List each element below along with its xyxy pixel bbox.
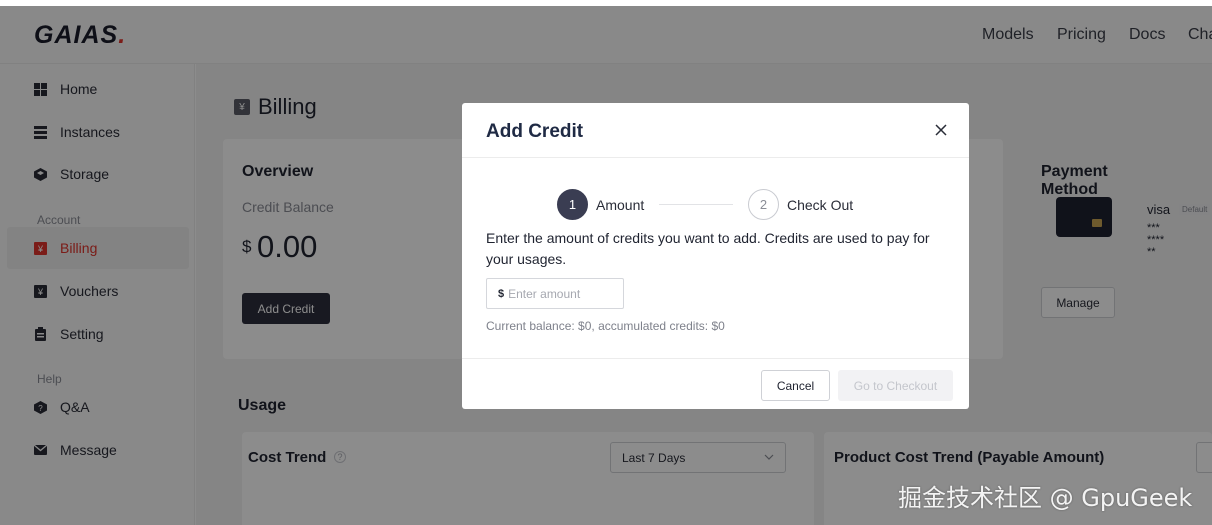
go-to-checkout-button[interactable]: Go to Checkout	[838, 370, 953, 401]
balance-info: Current balance: $0, accumulated credits…	[486, 319, 725, 333]
step-2-indicator: 2	[748, 189, 779, 220]
step-1-indicator: 1	[557, 189, 588, 220]
modal-title: Add Credit	[486, 121, 584, 142]
step-2-label: Check Out	[787, 197, 854, 213]
top-edge	[0, 0, 1212, 6]
close-icon	[935, 124, 947, 136]
close-button[interactable]	[932, 121, 950, 139]
watermark-text: 掘金技术社区 @ GpuGeek	[898, 484, 1193, 512]
modal-description: Enter the amount of credits you want to …	[486, 230, 930, 267]
amount-input[interactable]	[508, 286, 619, 301]
modal-footer: Cancel Go to Checkout	[462, 358, 969, 409]
modal-header: Add Credit	[462, 103, 969, 158]
currency-prefix: $	[498, 287, 505, 300]
add-credit-modal: Add Credit 1 Amount 2 Check Out Enter th…	[462, 103, 969, 409]
cancel-button[interactable]: Cancel	[761, 370, 830, 401]
step-1-label: Amount	[596, 197, 645, 213]
amount-field[interactable]: $	[486, 278, 624, 309]
step-connector	[659, 204, 733, 205]
